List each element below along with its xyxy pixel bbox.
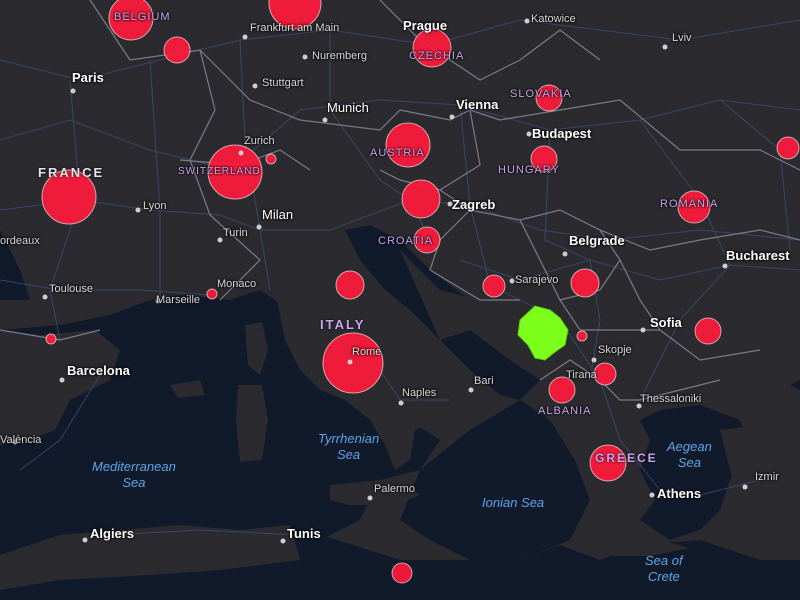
label-naples: Naples [402, 387, 437, 399]
label-belgrade: Belgrade [569, 233, 625, 248]
marker-bosnia [482, 274, 506, 298]
marker-kosovo [576, 330, 588, 342]
label-izmir: Izmir [755, 471, 779, 483]
label-monaco: Monaco [217, 278, 257, 290]
label-paris: Paris [72, 70, 104, 85]
label-zurich: Zurich [244, 135, 275, 147]
label-munich: Munich [327, 100, 369, 115]
label-thessaloniki: Thessaloniki [640, 393, 702, 405]
marker-serbia [570, 268, 600, 298]
label-tyrrhenian-sea: Tyrrhenian Sea [318, 431, 380, 462]
label-albania: ALBANIA [538, 405, 592, 417]
label-aegean-sea: Aegean Sea [667, 439, 712, 470]
label-budapest: Budapest [532, 126, 592, 141]
label-rome: Rome [352, 346, 382, 358]
label-bucharest: Bucharest [726, 248, 790, 263]
label-bari: Bari [474, 375, 494, 387]
label-milan: Milan [262, 207, 294, 222]
label-barcelona: Barcelona [67, 363, 130, 378]
label-slovakia: SLOVAKIA [510, 88, 572, 100]
label-belgium: BELGIUM [114, 11, 171, 23]
label-czechia: CZECHIA [409, 50, 465, 62]
marker-italy [322, 332, 384, 394]
marker-slovenia [401, 179, 441, 219]
label-sea-of-crete: Sea of Crete [645, 553, 683, 584]
label-croatia: CROATIA [378, 235, 434, 247]
label-mediterranean-sea: Mediterranean Sea [92, 459, 176, 490]
label-valencia: València [0, 434, 42, 446]
label-hungary: HUNGARY [498, 164, 560, 176]
label-nuremberg: Nuremberg [312, 50, 368, 62]
label-zagreb: Zagreb [452, 197, 496, 212]
label-sarajevo: Sarajevo [515, 274, 559, 286]
label-katowice: Katowice [531, 13, 576, 25]
label-tunis: Tunis [287, 526, 321, 541]
label-lviv: Lviv [672, 32, 692, 44]
label-austria: AUSTRIA [370, 147, 425, 159]
label-algiers: Algiers [90, 526, 135, 541]
marker-monaco [206, 288, 218, 300]
marker-north-macedonia [593, 362, 617, 386]
label-sofia: Sofia [650, 315, 682, 330]
marker-moldova [776, 136, 800, 160]
label-prague: Prague [403, 18, 448, 33]
label-vienna: Vienna [456, 97, 499, 112]
label-skopje: Skopje [598, 344, 632, 356]
label-bordeaux: ordeaux [0, 235, 40, 247]
map-view[interactable]: BELGIUM CZECHIA SLOVAKIA FRANCE SWITZERL… [0, 0, 800, 600]
label-marseille: Marseille [156, 294, 201, 306]
label-lyon: Lyon [143, 200, 167, 212]
marker-bulgaria [694, 317, 722, 345]
label-palermo: Palermo [374, 483, 415, 495]
label-ionian-sea: Ionian Sea [482, 495, 545, 510]
marker-luxembourg [163, 36, 191, 64]
marker-austria [385, 122, 431, 168]
label-frankfurt: Frankfurt am Main [250, 22, 340, 34]
marker-andorra [45, 333, 57, 345]
label-switzerland: SWITZERLAND [178, 166, 261, 177]
marker-malta [391, 562, 413, 584]
label-italy: ITALY [320, 317, 366, 332]
label-romania: ROMANIA [660, 198, 719, 210]
label-athens: Athens [657, 486, 702, 501]
label-tirana: Tirana [566, 369, 597, 381]
marker-liechtenstein [265, 153, 277, 165]
label-stuttgart: Stuttgart [262, 77, 304, 89]
label-turin: Turin [223, 227, 248, 239]
map-canvas[interactable] [0, 0, 800, 600]
label-toulouse: Toulouse [49, 283, 94, 295]
marker-san-marino [335, 270, 365, 300]
label-greece: GREECE [595, 451, 658, 465]
label-france: FRANCE [38, 165, 105, 180]
